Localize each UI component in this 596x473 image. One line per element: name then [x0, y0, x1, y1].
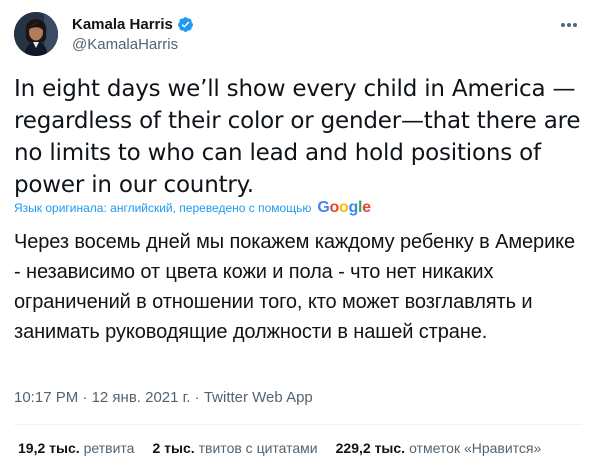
- translation-note[interactable]: Язык оригинала: английский, переведено с…: [14, 198, 371, 218]
- retweets-label: ретвита: [83, 440, 135, 456]
- google-logo: Google: [317, 199, 371, 216]
- quotes-label: твитов с цитатами: [198, 440, 318, 456]
- tweet-time[interactable]: 10:17 PM: [14, 389, 78, 406]
- likes-label: отметок «Нравится»: [409, 440, 542, 456]
- meta-separator: ·: [78, 389, 92, 406]
- tweet-header: Kamala Harris @KamalaHarris: [14, 12, 582, 58]
- author-display-name[interactable]: Kamala Harris: [72, 16, 173, 33]
- tweet-text: In eight days we’ll show every child in …: [14, 76, 581, 198]
- quotes-stat[interactable]: 2 тыс. твитов с цитатами: [152, 440, 317, 456]
- quotes-count: 2 тыс.: [152, 440, 195, 456]
- meta-separator: ·: [190, 389, 204, 406]
- tweet-source[interactable]: Twitter Web App: [204, 389, 313, 406]
- translation-note-text: Язык оригинала: английский, переведено с…: [14, 201, 312, 215]
- author-info: Kamala Harris @KamalaHarris: [72, 14, 194, 53]
- author-handle[interactable]: @KamalaHarris: [72, 36, 194, 53]
- verified-badge-icon: [177, 16, 194, 33]
- tweet-date[interactable]: 12 янв. 2021 г.: [92, 389, 191, 406]
- likes-count: 229,2 тыс.: [335, 440, 406, 456]
- tweet-meta: 10:17 PM · 12 янв. 2021 г. · Twitter Web…: [14, 389, 313, 406]
- retweets-count: 19,2 тыс.: [18, 440, 80, 456]
- likes-stat[interactable]: 229,2 тыс. отметок «Нравится»: [336, 440, 542, 456]
- tweet-stats: 19,2 тыс. ретвита 2 тыс. твитов с цитата…: [18, 440, 586, 456]
- divider: [14, 424, 582, 425]
- avatar[interactable]: [14, 12, 58, 56]
- tweet-translation: Через восемь дней мы покажем каждому реб…: [14, 231, 576, 343]
- more-horizontal-icon[interactable]: [558, 14, 580, 36]
- retweets-stat[interactable]: 19,2 тыс. ретвита: [18, 440, 134, 456]
